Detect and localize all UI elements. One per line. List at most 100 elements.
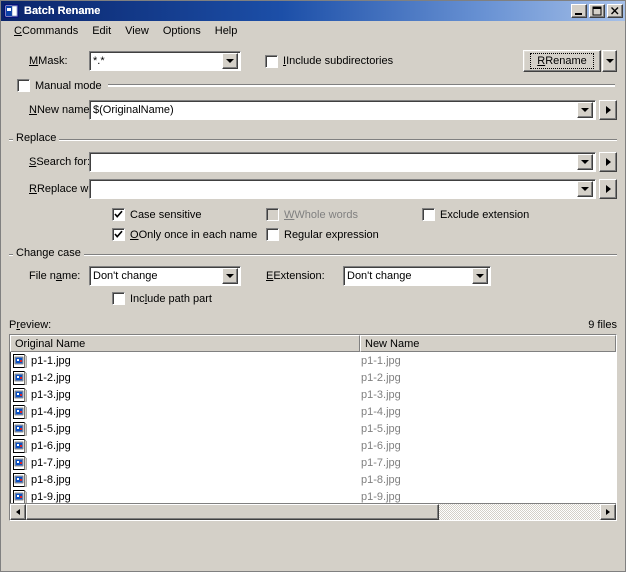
include-path-part-checkbox[interactable]: Include path part <box>112 292 212 305</box>
replace-with-combo[interactable] <box>89 179 596 199</box>
minimize-button[interactable] <box>571 4 587 18</box>
cell-original-name[interactable]: p1-1.jpg <box>10 353 356 368</box>
table-row[interactable]: p1-3.jpg p1-3.jpg <box>10 386 616 403</box>
include-subdirectories-label: IInclude subdirectories <box>283 55 394 67</box>
new-name-dropdown-arrow[interactable] <box>577 102 593 118</box>
mask-value[interactable]: *.* <box>93 54 222 68</box>
rename-button[interactable]: RRename <box>523 50 601 72</box>
arrow-right-icon <box>605 106 611 114</box>
cell-new-name[interactable]: p1-5.jpg <box>356 423 616 435</box>
whole-words-box[interactable] <box>266 208 279 221</box>
preview-header-row: Preview: 9 files <box>9 319 617 331</box>
extension-case-value[interactable]: Don't change <box>347 269 472 283</box>
table-row[interactable]: p1-9.jpg p1-9.jpg <box>10 488 616 503</box>
file-name-case-value[interactable]: Don't change <box>93 269 222 283</box>
new-name-insert-button[interactable] <box>599 100 617 120</box>
original-name-text: p1-2.jpg <box>31 371 71 384</box>
scroll-thumb[interactable] <box>26 504 440 520</box>
mask-combo[interactable]: *.* <box>89 51 241 71</box>
search-for-dropdown-arrow[interactable] <box>577 154 593 170</box>
cell-new-name[interactable]: p1-7.jpg <box>356 457 616 469</box>
manual-mode-box[interactable] <box>17 79 30 92</box>
cell-original-name[interactable]: p1-5.jpg <box>10 421 356 436</box>
menu-edit[interactable]: Edit <box>85 23 118 39</box>
table-row[interactable]: p1-5.jpg p1-5.jpg <box>10 420 616 437</box>
case-sensitive-box[interactable] <box>112 208 125 221</box>
extension-case-combo[interactable]: Don't change <box>343 266 491 286</box>
only-once-checkbox[interactable]: OOnly once in each name <box>112 228 266 241</box>
menu-commands[interactable]: CCommands <box>7 23 85 39</box>
new-name-value[interactable]: $(OriginalName) <box>93 103 577 117</box>
preview-listview[interactable]: Original Name New Name p1-1.jpg p1-1.jpg p… <box>9 334 617 521</box>
cell-new-name[interactable]: p1-3.jpg <box>356 389 616 401</box>
only-once-box[interactable] <box>112 228 125 241</box>
manual-mode-label-text: Manual mode <box>35 79 102 92</box>
cell-new-name[interactable]: p1-6.jpg <box>356 440 616 452</box>
column-header-new-name[interactable]: New Name <box>360 335 616 352</box>
new-name-combo[interactable]: $(OriginalName) <box>89 100 596 120</box>
include-subdirectories-checkbox[interactable]: IInclude subdirectories <box>265 54 394 68</box>
menu-options[interactable]: Options <box>156 23 208 39</box>
rename-split-button[interactable]: RRename <box>523 50 617 72</box>
arrow-right-icon <box>605 185 611 193</box>
cell-original-name[interactable]: p1-3.jpg <box>10 387 356 402</box>
cell-new-name[interactable]: p1-2.jpg <box>356 372 616 384</box>
scroll-right-button[interactable] <box>600 504 616 520</box>
manual-mode-label: Manual mode <box>35 80 102 92</box>
search-for-insert-button[interactable] <box>599 152 617 172</box>
cell-new-name[interactable]: p1-8.jpg <box>356 474 616 486</box>
table-row[interactable]: p1-4.jpg p1-4.jpg <box>10 403 616 420</box>
replace-options-row-1: Case sensitive WWhole words Exclude exte… <box>9 208 617 221</box>
cell-new-name[interactable]: p1-1.jpg <box>356 355 616 367</box>
scroll-left-button[interactable] <box>10 504 26 520</box>
regular-expression-box[interactable] <box>266 228 279 241</box>
preview-hscrollbar[interactable] <box>10 503 616 520</box>
cell-new-name[interactable]: p1-4.jpg <box>356 406 616 418</box>
only-once-label-text: Only once in each name <box>138 228 258 241</box>
arrow-left-icon <box>16 509 20 515</box>
cell-original-name[interactable]: p1-7.jpg <box>10 455 356 470</box>
file-name-case-combo[interactable]: Don't change <box>89 266 241 286</box>
include-path-part-box[interactable] <box>112 292 125 305</box>
regular-expression-checkbox[interactable]: Regular expression <box>266 228 379 241</box>
image-file-icon <box>13 421 27 436</box>
menu-help[interactable]: Help <box>208 23 245 39</box>
include-subdirectories-box[interactable] <box>265 54 278 68</box>
rename-button-focus: RRename <box>530 53 594 69</box>
table-row[interactable]: p1-1.jpg p1-1.jpg <box>10 352 616 369</box>
column-header-original-name[interactable]: Original Name <box>10 335 360 352</box>
file-name-case-dropdown-arrow[interactable] <box>222 268 238 284</box>
exclude-extension-box[interactable] <box>422 208 435 221</box>
manual-mode-divider <box>107 84 615 87</box>
menu-view[interactable]: View <box>118 23 156 39</box>
mask-dropdown-arrow[interactable] <box>222 53 238 69</box>
table-row[interactable]: p1-8.jpg p1-8.jpg <box>10 471 616 488</box>
cell-original-name[interactable]: p1-9.jpg <box>10 489 356 503</box>
exclude-extension-checkbox[interactable]: Exclude extension <box>422 208 529 221</box>
table-row[interactable]: p1-7.jpg p1-7.jpg <box>10 454 616 471</box>
cell-original-name[interactable]: p1-8.jpg <box>10 472 356 487</box>
preview-list-body[interactable]: p1-1.jpg p1-1.jpg p1-2.jpg p1-2.jpg p1-3.jpg… <box>10 352 616 503</box>
cell-original-name[interactable]: p1-6.jpg <box>10 438 356 453</box>
maximize-button[interactable] <box>589 4 605 18</box>
replace-with-insert-button[interactable] <box>599 179 617 199</box>
case-sensitive-checkbox[interactable]: Case sensitive <box>112 208 266 221</box>
whole-words-checkbox[interactable]: WWhole words <box>266 208 422 221</box>
close-button[interactable] <box>607 4 623 18</box>
original-name-text: p1-8.jpg <box>31 473 71 486</box>
table-row[interactable]: p1-6.jpg p1-6.jpg <box>10 437 616 454</box>
cell-original-name[interactable]: p1-4.jpg <box>10 404 356 419</box>
cell-new-name[interactable]: p1-9.jpg <box>356 491 616 503</box>
cell-original-name[interactable]: p1-2.jpg <box>10 370 356 385</box>
scroll-track[interactable] <box>26 504 600 520</box>
extension-case-dropdown-arrow[interactable] <box>472 268 488 284</box>
include-path-part-row: Include path part <box>9 292 617 305</box>
manual-mode-checkbox[interactable]: Manual mode <box>17 79 102 92</box>
new-name-text: p1-6.jpg <box>361 439 401 452</box>
replace-with-dropdown-arrow[interactable] <box>577 181 593 197</box>
table-row[interactable]: p1-2.jpg p1-2.jpg <box>10 369 616 386</box>
title-bar[interactable]: Batch Rename <box>1 1 625 21</box>
original-name-text: p1-3.jpg <box>31 388 71 401</box>
rename-dropdown-button[interactable] <box>602 50 617 72</box>
search-for-combo[interactable] <box>89 152 596 172</box>
